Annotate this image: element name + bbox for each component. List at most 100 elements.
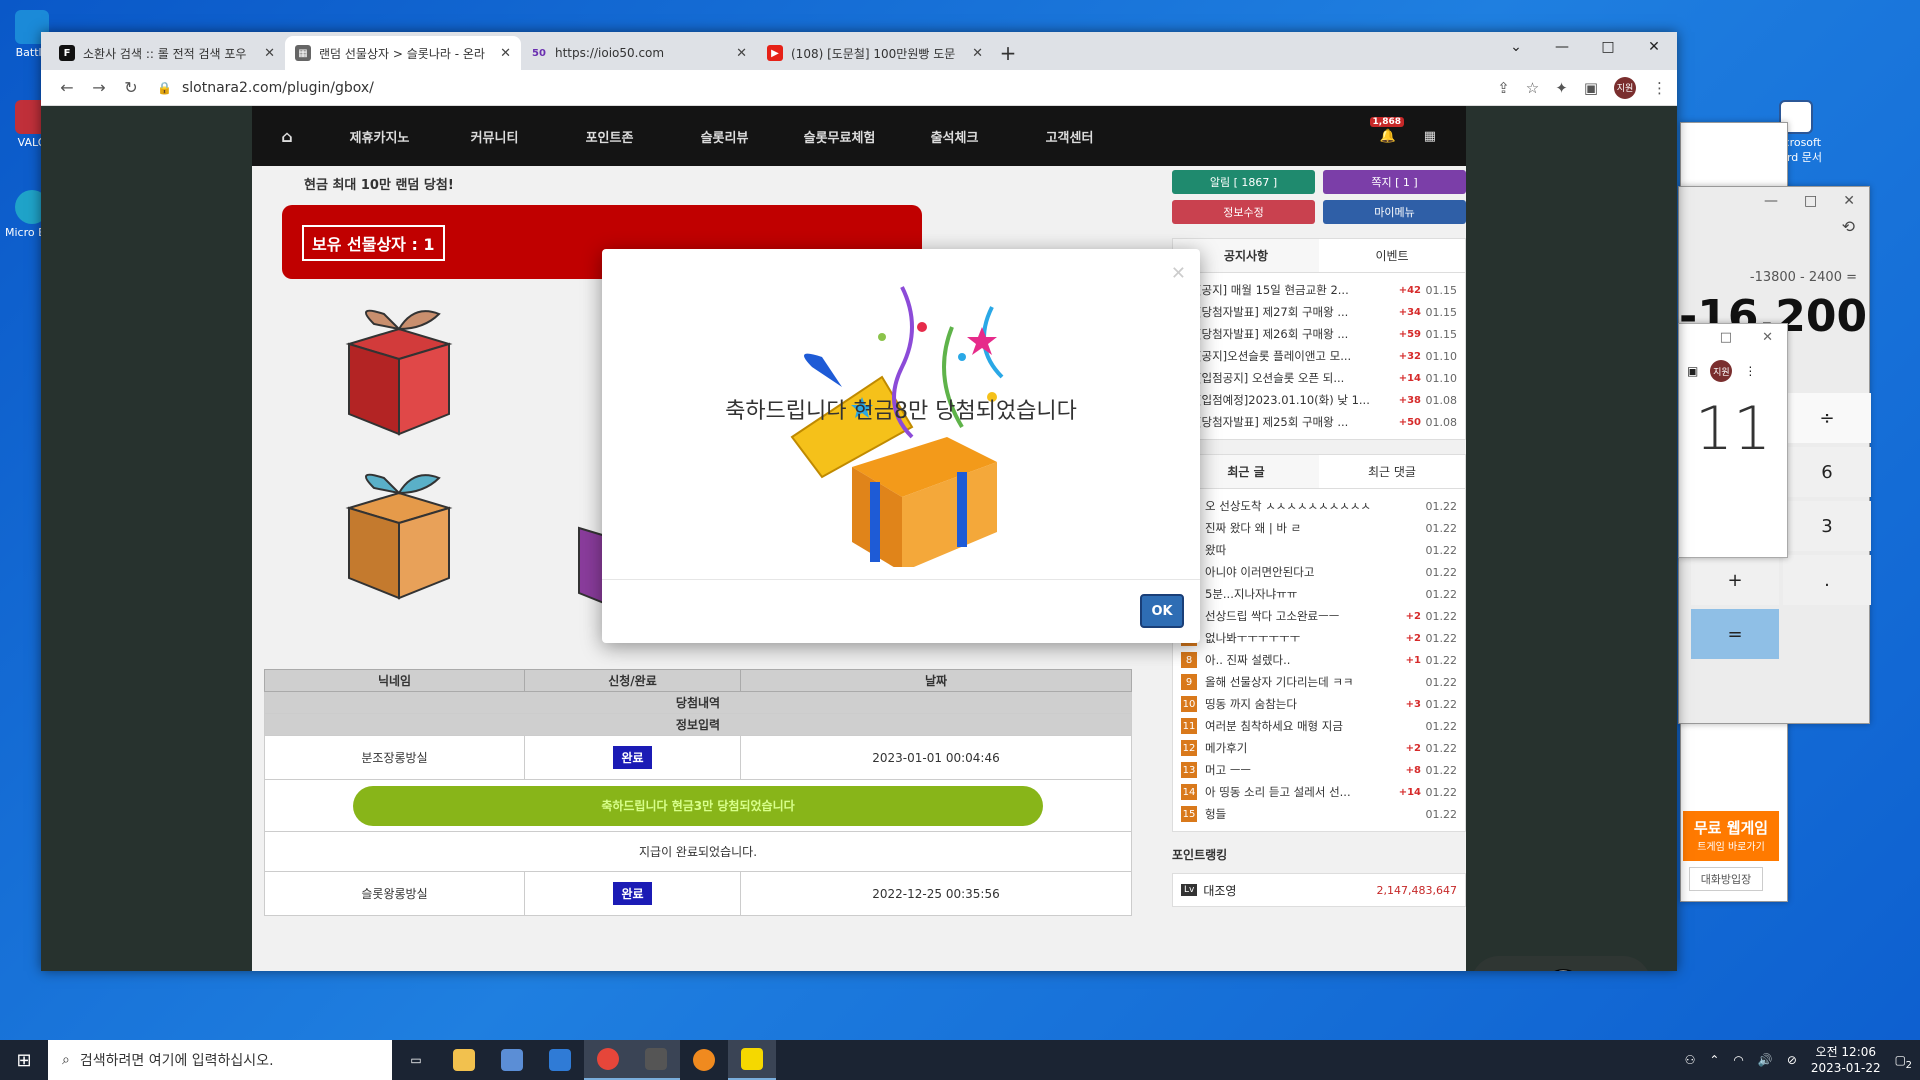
- windows-start-icon[interactable]: ⊞: [0, 1040, 48, 1080]
- nate-banner[interactable]: 무료 웹게임: [1683, 817, 1779, 838]
- grid-menu-icon[interactable]: ▦: [1424, 129, 1436, 144]
- maximize-icon[interactable]: □: [1720, 330, 1732, 348]
- file-explorer-icon[interactable]: [440, 1040, 488, 1080]
- nav-item[interactable]: 포인트존: [552, 127, 667, 146]
- recent-post-item[interactable]: 55분...지나자냐ㅠㅠ01.22: [1181, 583, 1457, 605]
- maximize-icon[interactable]: □: [1804, 193, 1817, 211]
- calc-key-6[interactable]: 6: [1783, 447, 1871, 497]
- nav-item[interactable]: 슬롯리뷰: [667, 127, 782, 146]
- volume-icon[interactable]: 🔊: [1758, 1053, 1773, 1067]
- back-icon[interactable]: ←: [51, 78, 83, 97]
- taskbar-search[interactable]: ⌕ 검색하려면 여기에 입력하십시오.: [48, 1040, 392, 1080]
- lock-icon[interactable]: 🔒: [157, 81, 172, 95]
- extensions-icon[interactable]: ✦: [1555, 79, 1568, 97]
- notice-item[interactable]: [입점예정]2023.01.10(화) 낮 1... +38 01.08: [1181, 389, 1457, 411]
- tab-op-gg[interactable]: F 소환사 검색 :: 롤 전적 검색 포우 ✕: [49, 36, 285, 70]
- nav-item[interactable]: 고객센터: [1012, 127, 1127, 146]
- tab-slotnara[interactable]: ▦ 랜덤 선물상자 > 슬롯나라 - 온라 ✕: [285, 36, 521, 70]
- sidebar-icon[interactable]: ▣: [1584, 79, 1598, 97]
- clock[interactable]: 오전 12:06 2023-01-22: [1811, 1044, 1881, 1076]
- recent-post-item[interactable]: 11 여러분 침착하세요 매형 지금 01.22: [1181, 715, 1457, 737]
- reload-icon[interactable]: ↻: [115, 78, 147, 97]
- close-tab-icon[interactable]: ✕: [500, 46, 511, 61]
- tab-youtube[interactable]: ▶ (108) [도문철] 100만원빵 도문 ✕: [757, 36, 993, 70]
- edit-info-button[interactable]: 정보수정: [1172, 200, 1315, 224]
- recent-post-item[interactable]: 8 아.. 진짜 설렜다.. +1 01.22: [1181, 649, 1457, 671]
- point-rank-row[interactable]: Lv 대조영 2,147,483,647: [1172, 873, 1466, 907]
- recent-post-item[interactable]: 13 머고 ㅡㅡ +8 01.22: [1181, 759, 1457, 781]
- tab-events[interactable]: 이벤트: [1319, 239, 1465, 272]
- nav-item[interactable]: 제휴카지노: [322, 127, 437, 146]
- task-view-icon[interactable]: ▭: [392, 1040, 440, 1080]
- notice-item[interactable]: [당첨자발표] 제26회 구매왕 ... +59 01.15: [1181, 323, 1457, 345]
- recent-post-item[interactable]: 3왔따01.22: [1181, 539, 1457, 561]
- maximize-icon[interactable]: □: [1585, 32, 1631, 62]
- url-field[interactable]: 🔒 slotnara2.com/plugin/gbox/: [157, 80, 1497, 96]
- sidebar-icon[interactable]: ▣: [1687, 364, 1698, 378]
- recent-post-item[interactable]: 6선상드립 싹다 고소완료ㅡㅡ+201.22: [1181, 605, 1457, 627]
- history-icon[interactable]: ⟲: [1679, 217, 1869, 236]
- ime-icon[interactable]: ⊘: [1787, 1053, 1797, 1067]
- gift-box-red[interactable]: [334, 299, 464, 439]
- calc-key-divide[interactable]: ÷: [1783, 393, 1871, 443]
- more-icon[interactable]: ⋮: [1744, 364, 1756, 378]
- gift-box-orange[interactable]: [334, 463, 464, 603]
- recent-post-item[interactable]: 15 헝들 01.22: [1181, 803, 1457, 825]
- chevron-up-icon[interactable]: ⌃: [1709, 1053, 1719, 1067]
- kakaotalk-icon[interactable]: [728, 1040, 776, 1080]
- close-tab-icon[interactable]: ✕: [972, 46, 983, 61]
- nav-item[interactable]: 커뮤니티: [437, 127, 552, 146]
- recent-post-item[interactable]: 10 띵동 까지 숨참는다 +3 01.22: [1181, 693, 1457, 715]
- new-tab-button[interactable]: +: [993, 36, 1023, 70]
- recent-post-item[interactable]: 9 올해 선물상자 기다리는데 ㅋㅋ 01.22: [1181, 671, 1457, 693]
- share-icon[interactable]: ⇪: [1497, 79, 1510, 97]
- recent-post-item[interactable]: 4아니야 이러면안된다고01.22: [1181, 561, 1457, 583]
- forward-icon[interactable]: →: [83, 78, 115, 97]
- close-icon[interactable]: ✕: [1171, 263, 1186, 284]
- profile-avatar[interactable]: 지원: [1614, 76, 1636, 99]
- nav-item[interactable]: 슬롯무료체험: [782, 127, 897, 146]
- calc-key-decimal[interactable]: .: [1783, 555, 1871, 605]
- messages-button[interactable]: 쪽지 [ 1 ]: [1323, 170, 1466, 194]
- wifi-icon[interactable]: ◠: [1733, 1053, 1743, 1067]
- chat-room-button[interactable]: 대화방입장: [1689, 867, 1763, 891]
- close-tab-icon[interactable]: ✕: [736, 46, 747, 61]
- avatar[interactable]: 지원: [1710, 360, 1733, 382]
- tab-ioio50[interactable]: 50 https://ioio50.com ✕: [521, 36, 757, 70]
- notice-item[interactable]: [공지]오션슬롯 플레이앤고 모... +32 01.10: [1181, 345, 1457, 367]
- menu-icon[interactable]: ⋮: [1652, 79, 1667, 97]
- minimize-icon[interactable]: —: [1764, 193, 1778, 211]
- notice-item[interactable]: [당첨자발표] 제27회 구매왕 ... +34 01.15: [1181, 301, 1457, 323]
- close-tab-icon[interactable]: ✕: [264, 46, 275, 61]
- share-widget[interactable]: ➤ 1 💬 1867: [1471, 956, 1658, 971]
- ok-button[interactable]: OK: [1140, 594, 1184, 628]
- alerts-button[interactable]: 알림 [ 1867 ]: [1172, 170, 1315, 194]
- nav-item[interactable]: 출석체크: [897, 127, 1012, 146]
- recent-post-item[interactable]: 2진짜 왔다 왜 | 바 ㄹ01.22: [1181, 517, 1457, 539]
- nate-icon[interactable]: [680, 1040, 728, 1080]
- store-icon[interactable]: [488, 1040, 536, 1080]
- home-icon[interactable]: ⌂: [252, 127, 322, 146]
- bell-icon[interactable]: 🔔: [1380, 129, 1396, 144]
- recent-post-item[interactable]: 14 아 띵동 소리 듣고 설레서 선... +14 01.22: [1181, 781, 1457, 803]
- tab-search-icon[interactable]: ⌄: [1493, 32, 1539, 62]
- close-icon[interactable]: ✕: [1843, 193, 1855, 211]
- notification-icon[interactable]: ▢ 2: [1895, 1053, 1912, 1071]
- browser-window[interactable]: F 소환사 검색 :: 롤 전적 검색 포우 ✕ ▦ 랜덤 선물상자 > 슬롯나…: [41, 32, 1677, 971]
- my-menu-button[interactable]: 마이메뉴: [1323, 200, 1466, 224]
- calc-key-equals[interactable]: =: [1691, 609, 1779, 659]
- people-icon[interactable]: ⚇: [1685, 1053, 1696, 1067]
- calc-key-plus[interactable]: +: [1691, 555, 1779, 605]
- bookmark-star-icon[interactable]: ☆: [1526, 79, 1539, 97]
- notice-item[interactable]: [당첨자발표] 제25회 구매왕 ... +50 01.08: [1181, 411, 1457, 433]
- close-icon[interactable]: ✕: [1762, 330, 1773, 348]
- calculator-icon[interactable]: [632, 1040, 680, 1080]
- mini-browser-window[interactable]: □ ✕ ▣ 지원 ⋮ 11: [1678, 323, 1788, 558]
- close-icon[interactable]: ✕: [1631, 32, 1677, 62]
- minimize-icon[interactable]: —: [1539, 32, 1585, 62]
- chrome-icon[interactable]: [584, 1040, 632, 1080]
- recent-post-item[interactable]: 12 메가후기 +2 01.22: [1181, 737, 1457, 759]
- recent-post-item[interactable]: 1오 선상도착 ㅅㅅㅅㅅㅅㅅㅅㅅㅅㅅ01.22: [1181, 495, 1457, 517]
- calc-key-3[interactable]: 3: [1783, 501, 1871, 551]
- notice-item[interactable]: [공지] 매월 15일 현금교환 2... +42 01.15: [1181, 279, 1457, 301]
